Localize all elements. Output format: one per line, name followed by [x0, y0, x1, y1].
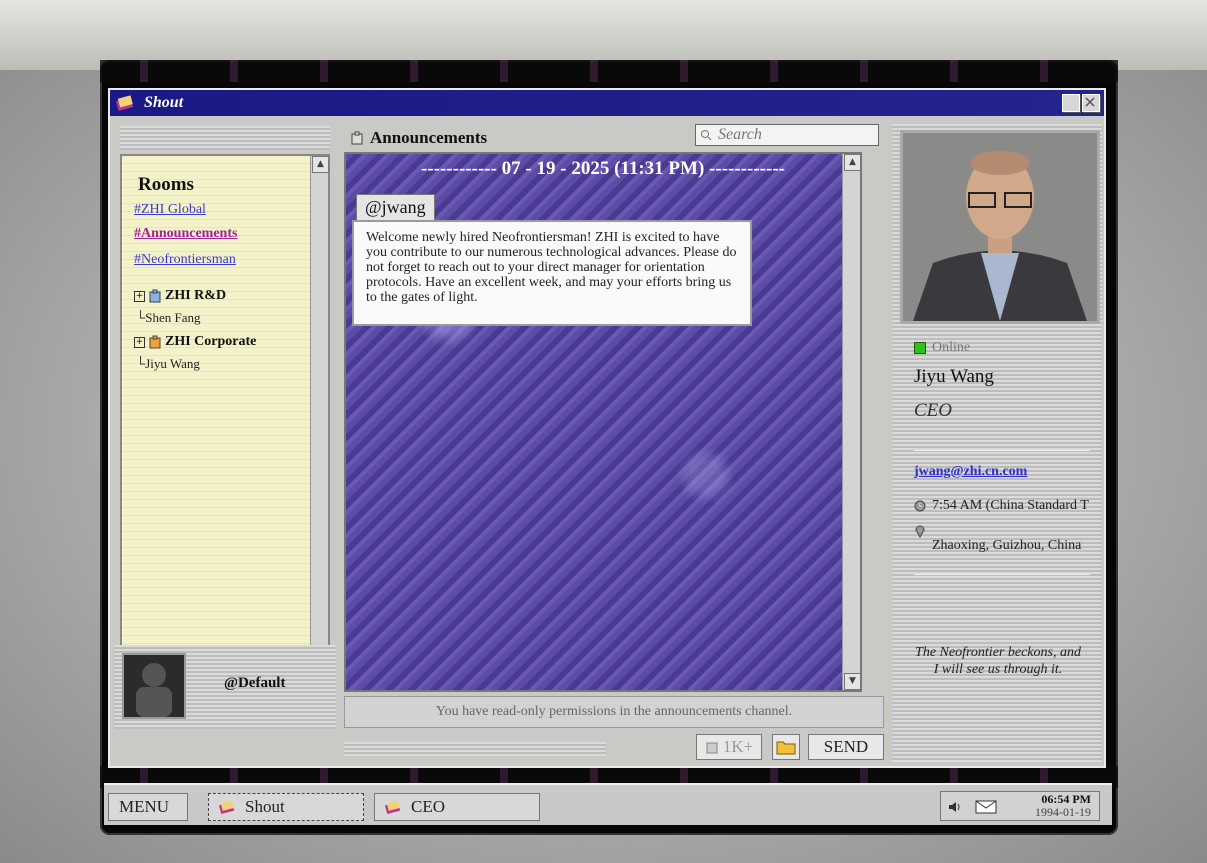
scroll-down-button[interactable]: ▼	[844, 673, 861, 690]
member-count-button[interactable]: 1K+	[696, 734, 762, 760]
member-label: Shen Fang	[145, 310, 201, 325]
member-shen-fang[interactable]: └Shen Fang	[136, 310, 200, 326]
channel-header: Announcements	[350, 128, 487, 148]
shout-app-icon	[384, 800, 401, 815]
folder-icon	[776, 741, 796, 755]
local-time: 7:54 AM (China Standard T	[932, 498, 1089, 513]
group-zhi-corporate[interactable]: + ZHI Corporate	[134, 334, 256, 350]
compose-lines	[344, 742, 606, 756]
permissions-notice: You have read-only permissions in the an…	[344, 696, 884, 728]
room-zhi-global[interactable]: #ZHI Global	[134, 202, 206, 218]
quote-line: I will see us through it.	[933, 662, 1063, 677]
member-count-label: 1K+	[722, 737, 754, 756]
rooms-header-lines	[120, 126, 330, 150]
status-label: Online	[932, 340, 971, 355]
location-row: Zhaoxing, Guizhou, China	[914, 524, 1081, 554]
message-area: ------------ 07 - 19 - 2025 (11:31 PM) -…	[344, 152, 862, 692]
chat-scrollbar[interactable]: ▲ ▼	[842, 154, 861, 690]
task-shout[interactable]: Shout	[208, 793, 364, 821]
avatar[interactable]	[122, 653, 186, 719]
title-bar[interactable]: Shout	[110, 90, 1104, 116]
local-time-row: 7:54 AM (China Standard T	[914, 498, 1089, 514]
search-box[interactable]	[695, 124, 879, 146]
message-body: Welcome newly hired Neofrontiersman! ZHI…	[352, 220, 752, 326]
room-neofrontiersman[interactable]: #Neofrontiersman	[134, 252, 236, 268]
channel-panel: Announcements ------------ 07 - 19 - 202…	[342, 124, 886, 762]
menu-button[interactable]: MENU	[108, 793, 188, 821]
scroll-up-button[interactable]: ▲	[844, 154, 861, 171]
speaker-icon[interactable]	[947, 800, 963, 814]
expand-icon[interactable]: +	[134, 290, 145, 302]
divider	[914, 574, 1090, 575]
profile-email-link[interactable]: jwang@zhi.cn.com	[914, 464, 1027, 480]
building-icon	[351, 131, 363, 145]
profile-portrait	[903, 133, 1097, 321]
user-silhouette-icon	[136, 663, 172, 717]
profile-quote: The Neofrontier beckons, and I will see …	[898, 644, 1098, 678]
shout-app-icon	[218, 800, 235, 815]
mail-icon[interactable]	[975, 800, 997, 814]
message-author[interactable]: @jwang	[356, 194, 435, 220]
current-user-box: @Default	[114, 645, 336, 729]
screen-pattern-top	[100, 60, 1118, 82]
profile-title: CEO	[914, 400, 952, 421]
building-icon	[149, 289, 161, 303]
close-button[interactable]	[1082, 94, 1100, 112]
clock-icon	[914, 500, 926, 512]
group-label: ZHI Corporate	[165, 334, 257, 349]
close-icon	[1085, 97, 1095, 107]
building-icon	[149, 335, 161, 349]
search-input[interactable]	[716, 125, 870, 145]
room-announcements[interactable]: #Announcements	[134, 226, 237, 242]
task-label: Shout	[245, 797, 285, 816]
building-icon	[706, 742, 718, 754]
attach-button[interactable]	[772, 734, 800, 760]
search-icon	[701, 130, 712, 141]
location-text: Zhaoxing, Guizhou, China	[932, 538, 1082, 553]
task-label: CEO	[411, 797, 445, 816]
group-label: ZHI R&D	[165, 288, 227, 303]
online-status-icon	[914, 342, 926, 354]
rooms-heading: Rooms	[138, 174, 194, 195]
profile-panel: Online Jiyu Wang CEO jwang@zhi.cn.com 7:…	[892, 124, 1102, 762]
profile-name: Jiyu Wang	[914, 366, 994, 387]
window-title: Shout	[144, 94, 184, 111]
shout-app-icon	[115, 95, 134, 111]
quote-line: The Neofrontier beckons, and	[915, 645, 1081, 660]
minimize-button[interactable]	[1062, 94, 1080, 112]
send-button[interactable]: SEND	[808, 734, 884, 760]
scroll-up-button[interactable]: ▲	[312, 156, 329, 173]
divider	[914, 450, 1090, 451]
status-indicator: Online	[914, 340, 970, 356]
member-label: Jiyu Wang	[145, 356, 200, 371]
rooms-scrollbar[interactable]: ▲ ▼	[310, 156, 329, 668]
expand-icon[interactable]: +	[134, 336, 145, 348]
system-tray: 06:54 PM 1994-01-19	[940, 791, 1100, 821]
shout-window: Shout Rooms #ZHI Global #Announcements #…	[108, 88, 1106, 768]
tray-clock: 06:54 PM 1994-01-19	[1035, 793, 1091, 819]
member-jiyu-wang[interactable]: └Jiyu Wang	[136, 356, 200, 372]
compose-bar: 1K+ SEND	[344, 734, 884, 762]
channel-title: Announcements	[370, 128, 488, 147]
rooms-list: Rooms #ZHI Global #Announcements #Neofro…	[120, 154, 330, 670]
clock-date: 1994-01-19	[1035, 805, 1091, 819]
date-separator: ------------ 07 - 19 - 2025 (11:31 PM) -…	[421, 158, 785, 179]
profile-photo	[900, 130, 1100, 324]
taskbar: MENU Shout CEO 06:54 PM 1994-01-19	[104, 783, 1112, 825]
task-ceo[interactable]: CEO	[374, 793, 540, 821]
current-user-handle: @Default	[224, 675, 286, 691]
location-pin-icon	[915, 525, 925, 538]
group-zhi-rd[interactable]: + ZHI R&D	[134, 288, 226, 304]
